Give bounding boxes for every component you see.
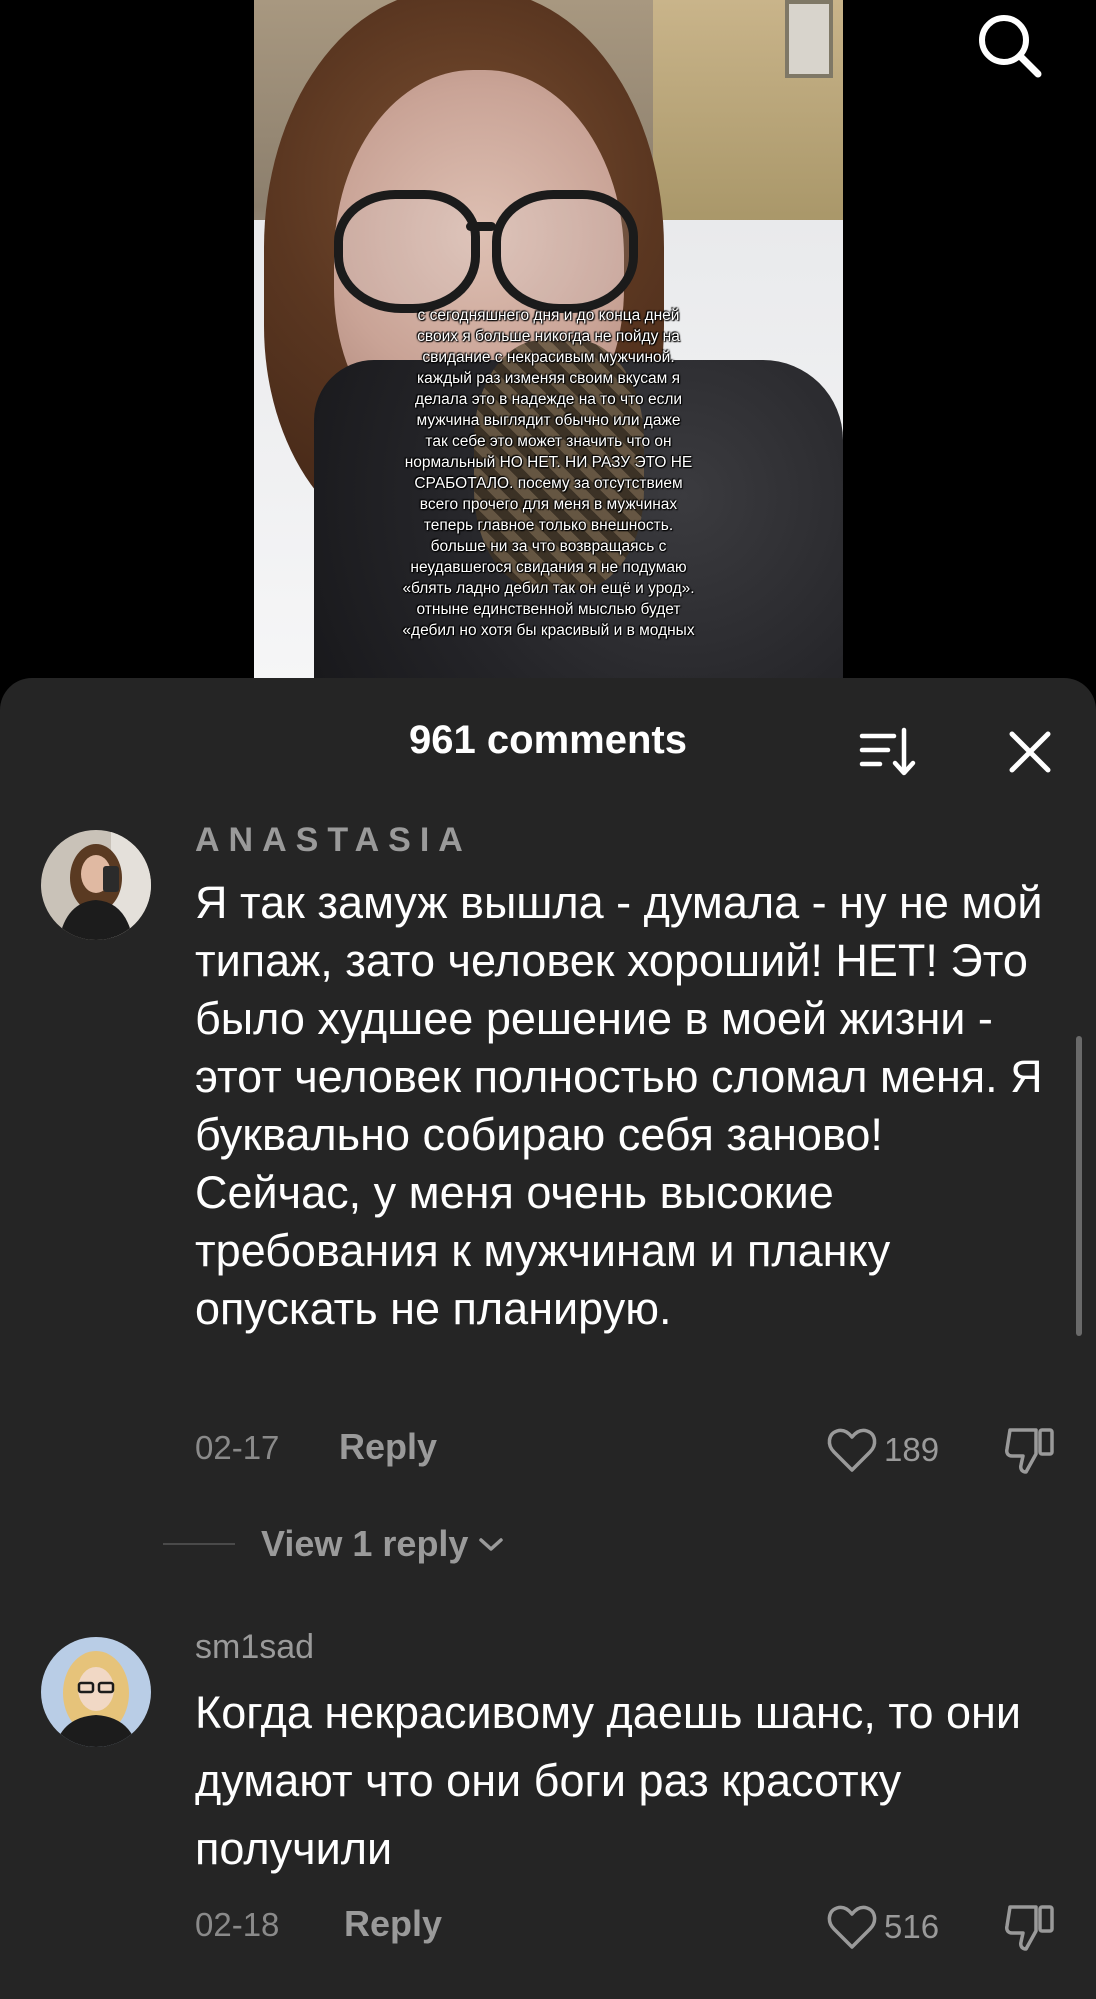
comments-header: 961 comments (0, 678, 1096, 794)
glasses-bridge (466, 222, 496, 231)
view-replies-button[interactable]: View 1 reply (163, 1523, 506, 1565)
comment-username[interactable]: sm1sad (195, 1628, 314, 1667)
comment-text: Когда некрасивому даешь шанс, то они дум… (195, 1687, 1022, 1874)
comment-date: 02-17 (195, 1429, 280, 1466)
search-icon (979, 15, 1042, 78)
search-button[interactable] (972, 8, 1048, 84)
divider-line (163, 1543, 235, 1545)
comments-sheet: 961 comments ANASTASIA Я так замуж вышла… (0, 678, 1096, 1999)
close-icon (1009, 731, 1051, 773)
thumbs-down-icon (1005, 1428, 1054, 1474)
glasses-left-lens (334, 190, 480, 313)
like-button[interactable]: 516 (826, 1899, 939, 1955)
avatar[interactable] (41, 1637, 151, 1747)
comment-text: Я так замуж вышла - думала - ну не мой т… (195, 877, 1043, 1334)
close-button[interactable] (1004, 726, 1056, 778)
comments-count-title: 961 comments (409, 718, 687, 762)
like-count: 189 (884, 1431, 940, 1468)
avatar[interactable] (41, 830, 151, 940)
heart-icon (827, 1905, 877, 1949)
dislike-button[interactable] (1002, 1422, 1058, 1478)
chevron-down-icon (479, 1538, 504, 1551)
like-button[interactable]: 189 (826, 1422, 939, 1478)
video-player[interactable]: с сегодняшнего дня и до конца дней своих… (0, 0, 1096, 690)
video-frame: с сегодняшнего дня и до конца дней своих… (254, 0, 843, 690)
sort-icon (859, 727, 916, 776)
thumbs-down-icon (1005, 1905, 1054, 1951)
comment-date: 02-18 (195, 1906, 280, 1943)
reply-button[interactable]: Reply (339, 1426, 437, 1468)
view-replies-label: View 1 reply (261, 1523, 469, 1564)
scrollbar[interactable] (1076, 1036, 1082, 1336)
glasses-right-lens (492, 190, 638, 313)
sort-button[interactable] (858, 724, 918, 780)
background-window (785, 0, 833, 78)
reply-button[interactable]: Reply (344, 1903, 442, 1945)
like-count: 516 (884, 1908, 940, 1945)
comment-username[interactable]: ANASTASIA (195, 821, 472, 860)
video-caption-text: с сегодняшнего дня и до конца дней своих… (402, 307, 695, 639)
heart-icon (827, 1428, 877, 1472)
dislike-button[interactable] (1002, 1899, 1058, 1955)
